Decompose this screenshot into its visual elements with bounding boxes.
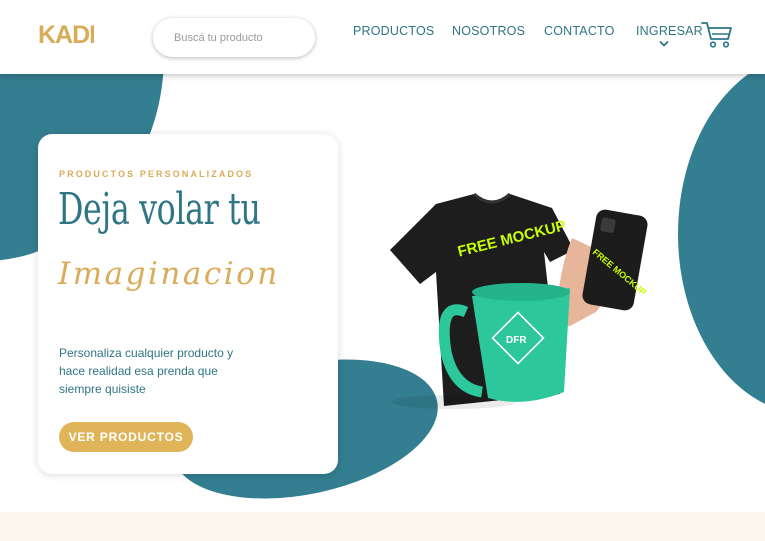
- product-mockup-image: FREE MOCKUP FREE MOCKUP DFR: [390, 192, 648, 409]
- nav-nosotros[interactable]: NOSOTROS: [452, 24, 525, 38]
- search-input[interactable]: [153, 18, 315, 57]
- hero-script-word: Imaginacion: [58, 256, 280, 292]
- next-section-strip: [0, 512, 765, 541]
- hero-card: PRODUCTOS PERSONALIZADOS Deja volar tu I…: [38, 134, 338, 474]
- hero-headline: Deja volar tu: [58, 184, 261, 235]
- mug-image: DFR: [392, 283, 570, 409]
- hero-eyebrow: PRODUCTOS PERSONALIZADOS: [59, 169, 254, 179]
- cart-icon[interactable]: [701, 21, 733, 49]
- hero-section: PRODUCTOS PERSONALIZADOS Deja volar tu I…: [0, 74, 765, 512]
- hero-description: Personaliza cualquier producto y hace re…: [59, 346, 234, 396]
- site-header: KADI PRODUCTOS NOSOTROS CONTACTO INGRESA…: [0, 0, 765, 74]
- decorative-blob-right: [678, 74, 765, 414]
- logo-text: KADI: [38, 21, 94, 48]
- kadi-logo[interactable]: KADI: [38, 20, 94, 48]
- ver-productos-button[interactable]: VER PRODUCTOS: [59, 422, 193, 452]
- nav-contacto[interactable]: CONTACTO: [544, 24, 615, 38]
- nav-ingresar[interactable]: INGRESAR: [636, 24, 703, 38]
- chevron-down-icon[interactable]: [659, 40, 669, 48]
- mug-print-text: DFR: [506, 335, 527, 346]
- nav-productos[interactable]: PRODUCTOS: [353, 24, 434, 38]
